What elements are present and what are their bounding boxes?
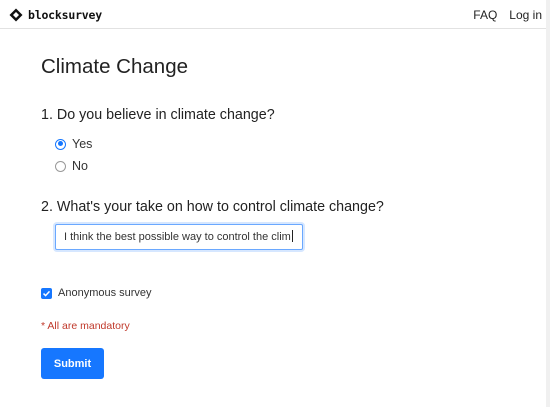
radio-yes[interactable] (55, 138, 66, 150)
page-title: Climate Change (41, 55, 188, 78)
blocksurvey-logo-icon (9, 8, 23, 22)
option-no[interactable]: No (55, 159, 88, 173)
anonymous-checkbox[interactable] (41, 287, 52, 299)
check-icon (42, 290, 51, 297)
submit-button[interactable]: Submit (41, 348, 104, 379)
anonymous-survey-option[interactable]: Anonymous survey (41, 287, 152, 299)
text-caret (291, 230, 293, 242)
logo-text: blocksurvey (28, 8, 102, 22)
radio-no[interactable] (55, 160, 66, 172)
option-yes-label: Yes (72, 137, 93, 151)
nav-links: FAQ Log in (473, 8, 542, 22)
anonymous-label: Anonymous survey (58, 287, 152, 299)
answer-input-value: I think the best possible way to control… (64, 231, 291, 243)
logo[interactable]: blocksurvey (9, 7, 102, 23)
option-yes[interactable]: Yes (55, 137, 92, 151)
option-no-label: No (72, 159, 88, 173)
mandatory-note: * All are mandatory (41, 320, 130, 332)
faq-link[interactable]: FAQ (473, 8, 497, 22)
login-link[interactable]: Log in (509, 8, 542, 22)
question-1-label: 1. Do you believe in climate change? (41, 107, 275, 123)
question-2-label: 2. What's your take on how to control cl… (41, 199, 384, 215)
answer-input[interactable]: I think the best possible way to control… (55, 224, 303, 250)
navbar: blocksurvey FAQ Log in (0, 0, 550, 29)
scrollbar[interactable] (546, 0, 550, 407)
